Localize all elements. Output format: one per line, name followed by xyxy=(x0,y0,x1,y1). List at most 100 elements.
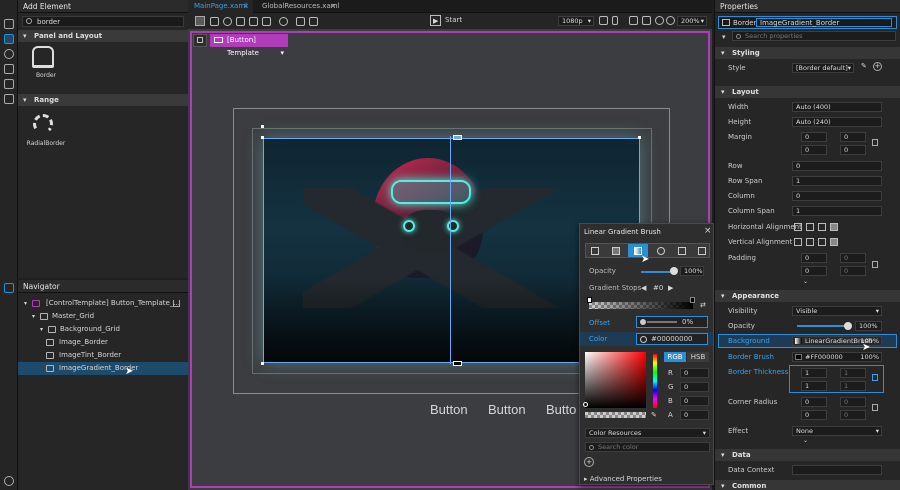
channel-input[interactable]: 0 xyxy=(680,396,709,406)
margin-right[interactable]: 0 xyxy=(801,145,827,155)
move-icon[interactable] xyxy=(236,17,245,26)
border-element-icon[interactable] xyxy=(32,46,54,68)
section-styling[interactable]: Styling xyxy=(715,47,900,59)
section-panel-and-layout[interactable]: Panel and Layout xyxy=(18,30,188,42)
edit-icon[interactable]: ✎ xyxy=(861,62,867,70)
align-bottom-icon[interactable] xyxy=(818,238,826,246)
gradient-bar[interactable] xyxy=(589,302,693,309)
opacity-input[interactable]: 100% xyxy=(855,321,882,331)
margin-top[interactable]: 0 xyxy=(840,132,866,142)
direct-select-icon[interactable] xyxy=(210,17,219,26)
color-search-input[interactable]: Search color xyxy=(585,442,710,452)
rowspan-input[interactable]: 1 xyxy=(792,176,882,186)
pen-icon[interactable] xyxy=(262,17,271,26)
lock-icon[interactable] xyxy=(872,404,878,411)
margin-left[interactable]: 0 xyxy=(801,132,827,142)
rotate-icon[interactable] xyxy=(223,17,232,26)
thickness-bottom[interactable]: 1 xyxy=(840,381,866,391)
zoom-dropdown[interactable]: 200% ▾ xyxy=(677,16,707,26)
prev-stop-icon[interactable]: ◀ xyxy=(641,284,646,292)
align-left-icon[interactable] xyxy=(794,223,802,231)
corner-top-left[interactable]: 0 xyxy=(801,397,827,407)
channel-input[interactable]: 0 xyxy=(680,410,709,420)
mobile-icon[interactable] xyxy=(612,16,618,25)
slider-thumb[interactable] xyxy=(670,267,678,275)
layers-icon[interactable] xyxy=(4,19,14,29)
chevron-down-icon[interactable]: ⌄ xyxy=(803,278,808,285)
effect-dropdown[interactable]: None ▾ xyxy=(792,426,882,436)
lock-icon[interactable] xyxy=(872,374,878,381)
align-stretch-icon[interactable] xyxy=(830,223,838,231)
colspan-input[interactable]: 1 xyxy=(792,206,882,216)
reverse-icon[interactable]: ⇄ xyxy=(700,301,706,309)
padding-left[interactable]: 0 xyxy=(801,253,827,263)
padding-bottom[interactable]: 0 xyxy=(840,266,866,276)
palette-icon[interactable] xyxy=(4,49,14,59)
distribute-icon[interactable] xyxy=(309,17,318,26)
assets-icon[interactable] xyxy=(4,79,14,89)
slider-thumb[interactable] xyxy=(844,322,852,330)
section-range[interactable]: Range xyxy=(18,94,188,106)
play-icon[interactable]: ▶ xyxy=(430,15,441,26)
style-dropdown[interactable]: [Border default] ▾ xyxy=(792,63,854,73)
gradient-stop-handle[interactable] xyxy=(453,361,462,366)
button-preview[interactable]: Button xyxy=(430,402,468,417)
tree-item[interactable]: ▾ Background_Grid xyxy=(18,323,188,336)
color-spectrum[interactable] xyxy=(585,352,646,408)
styles-icon[interactable] xyxy=(4,94,14,104)
add-element-icon[interactable] xyxy=(4,34,14,44)
home-button[interactable] xyxy=(193,34,207,47)
add-color-icon[interactable]: + xyxy=(584,457,594,467)
tree-item[interactable]: Image_Border xyxy=(18,336,188,349)
tree-item[interactable]: ImageTint_Border xyxy=(18,349,188,362)
align-vstretch-icon[interactable] xyxy=(830,238,838,246)
row-input[interactable]: 0 xyxy=(792,161,882,171)
section-appearance[interactable]: Appearance xyxy=(715,290,900,302)
no-brush-icon[interactable] xyxy=(591,247,599,255)
offset-field[interactable]: 0% xyxy=(636,316,708,328)
align-center-icon[interactable] xyxy=(806,223,814,231)
add-icon[interactable]: + xyxy=(873,62,882,71)
media-icon[interactable] xyxy=(4,64,14,74)
eyedropper-icon[interactable]: ✎ xyxy=(651,411,657,419)
search-input[interactable]: border xyxy=(22,16,184,27)
close-icon[interactable]: × xyxy=(704,226,712,236)
tree-item-selected[interactable]: ImageGradient_Border xyxy=(18,362,188,375)
chevron-down-icon[interactable]: ⌄ xyxy=(803,437,808,444)
padding-top[interactable]: 0 xyxy=(840,253,866,263)
button-preview[interactable]: Butto xyxy=(546,402,576,417)
align-top-icon[interactable] xyxy=(794,238,802,246)
tree-item[interactable]: ▾ Master_Grid xyxy=(18,310,188,323)
rgb-tab[interactable]: RGB xyxy=(664,352,686,362)
advanced-properties-toggle[interactable]: ▸ Advanced Properties xyxy=(584,475,662,483)
transform-icon[interactable] xyxy=(249,17,258,26)
section-layout[interactable]: Layout xyxy=(715,86,900,98)
grid-snap-icon[interactable] xyxy=(642,16,651,25)
radial-border-icon[interactable] xyxy=(33,114,53,134)
margin-bottom[interactable]: 0 xyxy=(840,145,866,155)
breadcrumb[interactable]: [Button] Template ▾ xyxy=(210,34,288,57)
start-label[interactable]: Start xyxy=(445,16,462,24)
tab-mainpage[interactable]: MainPage.xaml × xyxy=(188,0,253,13)
radial-gradient-icon[interactable] xyxy=(657,247,665,255)
navigator-icon[interactable] xyxy=(4,283,14,293)
tab-globalresources[interactable]: GlobalResources.xaml × xyxy=(256,0,340,13)
property-search-input[interactable]: Search properties xyxy=(732,31,896,41)
corner-bottom-right[interactable]: 0 xyxy=(840,410,866,420)
help-icon[interactable] xyxy=(4,476,14,486)
resolution-dropdown[interactable]: 1080p ▾ xyxy=(558,16,594,26)
next-stop-icon[interactable]: ▶ xyxy=(668,284,673,292)
gradient-stop-marker[interactable] xyxy=(587,297,592,303)
border-brush-field[interactable]: #FF000000 100% xyxy=(792,352,882,362)
column-input[interactable]: 0 xyxy=(792,191,882,201)
lock-icon[interactable] xyxy=(872,139,878,146)
visibility-dropdown[interactable]: Visible ▾ xyxy=(792,306,882,316)
hue-slider[interactable] xyxy=(653,354,657,408)
align-right-icon[interactable] xyxy=(818,223,826,231)
zoom-out-icon[interactable] xyxy=(666,16,675,25)
tree-item[interactable]: ▾ [ControlTemplate] Button_Template_... xyxy=(18,297,188,310)
thickness-right[interactable]: 1 xyxy=(801,381,827,391)
height-input[interactable]: Auto (240) xyxy=(792,117,882,127)
width-input[interactable]: Auto (400) xyxy=(792,102,882,112)
hsb-tab[interactable]: HSB xyxy=(687,352,709,362)
